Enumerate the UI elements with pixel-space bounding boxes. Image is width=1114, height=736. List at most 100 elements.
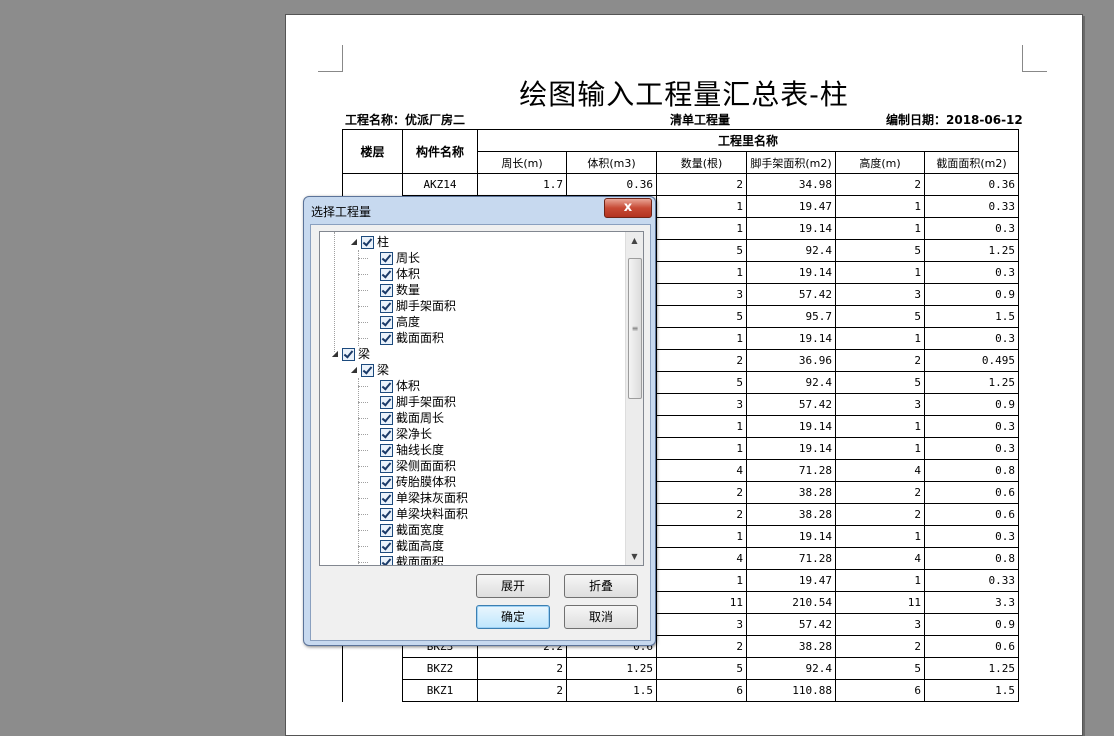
value-cell: 38.28 [746, 503, 836, 526]
value-cell: 210.54 [746, 591, 836, 614]
tree-item[interactable]: 砖胎膜体积 [368, 474, 456, 490]
value-cell: 1 [835, 217, 925, 240]
value-cell: 3 [656, 613, 747, 636]
floor-cell [342, 657, 403, 680]
checkbox[interactable] [380, 380, 393, 393]
checkbox[interactable] [380, 300, 393, 313]
tree-item-label: 柱 [377, 235, 390, 249]
tree-item[interactable]: 截面宽度 [368, 522, 444, 538]
value-cell: 0.6 [924, 503, 1019, 526]
tree-item[interactable]: 截面周长 [368, 410, 444, 426]
checkbox[interactable] [380, 556, 393, 565]
value-cell: 0.3 [924, 261, 1019, 284]
scroll-down-icon[interactable]: ▼ [626, 548, 643, 565]
value-cell: 0.3 [924, 437, 1019, 460]
tree-connector [358, 434, 368, 435]
checkbox[interactable] [380, 284, 393, 297]
collapse-button[interactable]: 折叠 [564, 574, 638, 598]
checkbox[interactable] [380, 428, 393, 441]
tree-item[interactable]: 脚手架面积 [368, 394, 456, 410]
scroll-up-icon[interactable]: ▲ [626, 232, 643, 249]
value-cell: 1 [835, 327, 925, 350]
tree-connector [358, 450, 368, 451]
checkbox[interactable] [380, 316, 393, 329]
tree-scrollbar[interactable]: ▲ ≡ ▼ [625, 232, 643, 565]
tree-item-label: 脚手架面积 [396, 395, 457, 409]
tree-item[interactable]: 截面面积 [368, 330, 444, 346]
value-cell: 0.9 [924, 283, 1019, 306]
header-scaffold-area: 脚手架面积(m2) [746, 151, 836, 174]
value-cell: 2 [835, 635, 925, 658]
value-cell: 110.88 [746, 679, 836, 702]
checkbox[interactable] [380, 476, 393, 489]
checkbox[interactable] [361, 236, 374, 249]
tree-item[interactable]: ◢ 柱 [349, 234, 389, 250]
tree-item[interactable]: 脚手架面积 [368, 298, 456, 314]
tree-item-label: 单梁抹灰面积 [396, 491, 469, 505]
value-cell: 95.7 [746, 305, 836, 328]
value-cell: 5 [835, 371, 925, 394]
tree-item[interactable]: 单梁抹灰面积 [368, 490, 468, 506]
checkbox[interactable] [380, 540, 393, 553]
expand-arrow-icon[interactable]: ◢ [349, 362, 359, 378]
value-cell: 3.3 [924, 591, 1019, 614]
checkbox[interactable] [380, 396, 393, 409]
value-cell: 19.14 [746, 525, 836, 548]
tree-item[interactable]: 周长 [368, 250, 420, 266]
checkbox[interactable] [380, 268, 393, 281]
checkbox[interactable] [380, 252, 393, 265]
ok-button[interactable]: 确定 [476, 605, 550, 629]
value-cell: 19.14 [746, 217, 836, 240]
value-cell: 2 [656, 349, 747, 372]
value-cell: 1 [656, 415, 747, 438]
value-cell: 3 [656, 393, 747, 416]
tree-item[interactable]: ◢ 梁 [330, 346, 370, 362]
checkbox[interactable] [380, 508, 393, 521]
value-cell: 36.96 [746, 349, 836, 372]
checkbox[interactable] [380, 460, 393, 473]
value-cell: 1.5 [566, 679, 657, 702]
value-cell: 5 [656, 657, 747, 680]
tree-item[interactable]: 数量 [368, 282, 420, 298]
tree-item[interactable]: 轴线长度 [368, 442, 444, 458]
tree-item[interactable]: 截面高度 [368, 538, 444, 554]
value-cell: 5 [656, 305, 747, 328]
value-cell: 0.33 [924, 195, 1019, 218]
expand-button[interactable]: 展开 [476, 574, 550, 598]
tree-item-label: 截面面积 [396, 555, 445, 566]
tree-item-label: 截面宽度 [396, 523, 445, 537]
checkbox[interactable] [342, 348, 355, 361]
header-section-area: 截面面积(m2) [924, 151, 1019, 174]
expand-arrow-icon[interactable]: ◢ [349, 234, 359, 250]
tree-item[interactable]: 梁净长 [368, 426, 432, 442]
tree-item[interactable]: 高度 [368, 314, 420, 330]
expand-arrow-icon[interactable]: ◢ [330, 346, 340, 362]
tree-item[interactable]: 截面面积 [368, 554, 445, 566]
value-cell: 34.98 [746, 173, 836, 196]
checkbox[interactable] [380, 524, 393, 537]
tree-item-label: 砖胎膜体积 [396, 475, 457, 489]
header-volume: 体积(m3) [566, 151, 657, 174]
checkbox[interactable] [380, 492, 393, 505]
value-cell: 19.47 [746, 195, 836, 218]
table-row: BKZ1 2 1.5 6 110.88 6 1.5 [342, 679, 1019, 702]
value-cell: 0.3 [924, 415, 1019, 438]
close-button[interactable]: x [604, 198, 652, 218]
tree-item[interactable]: ◢ 梁 [349, 362, 389, 378]
checkbox[interactable] [361, 364, 374, 377]
scroll-thumb[interactable]: ≡ [628, 258, 642, 399]
checkbox[interactable] [380, 444, 393, 457]
value-cell: 2 [835, 349, 925, 372]
value-cell: 1 [656, 261, 747, 284]
checkbox[interactable] [380, 412, 393, 425]
value-cell: 19.47 [746, 569, 836, 592]
tree-item[interactable]: 体积 [368, 378, 420, 394]
tree-item[interactable]: 体积 [368, 266, 420, 282]
cancel-button[interactable]: 取消 [564, 605, 638, 629]
checkbox[interactable] [380, 332, 393, 345]
tree-item[interactable]: 单梁块料面积 [368, 506, 468, 522]
tree-item-label: 体积 [396, 267, 421, 281]
tree-item[interactable]: 梁侧面面积 [368, 458, 456, 474]
value-cell: 38.28 [746, 635, 836, 658]
value-cell: 1 [835, 437, 925, 460]
